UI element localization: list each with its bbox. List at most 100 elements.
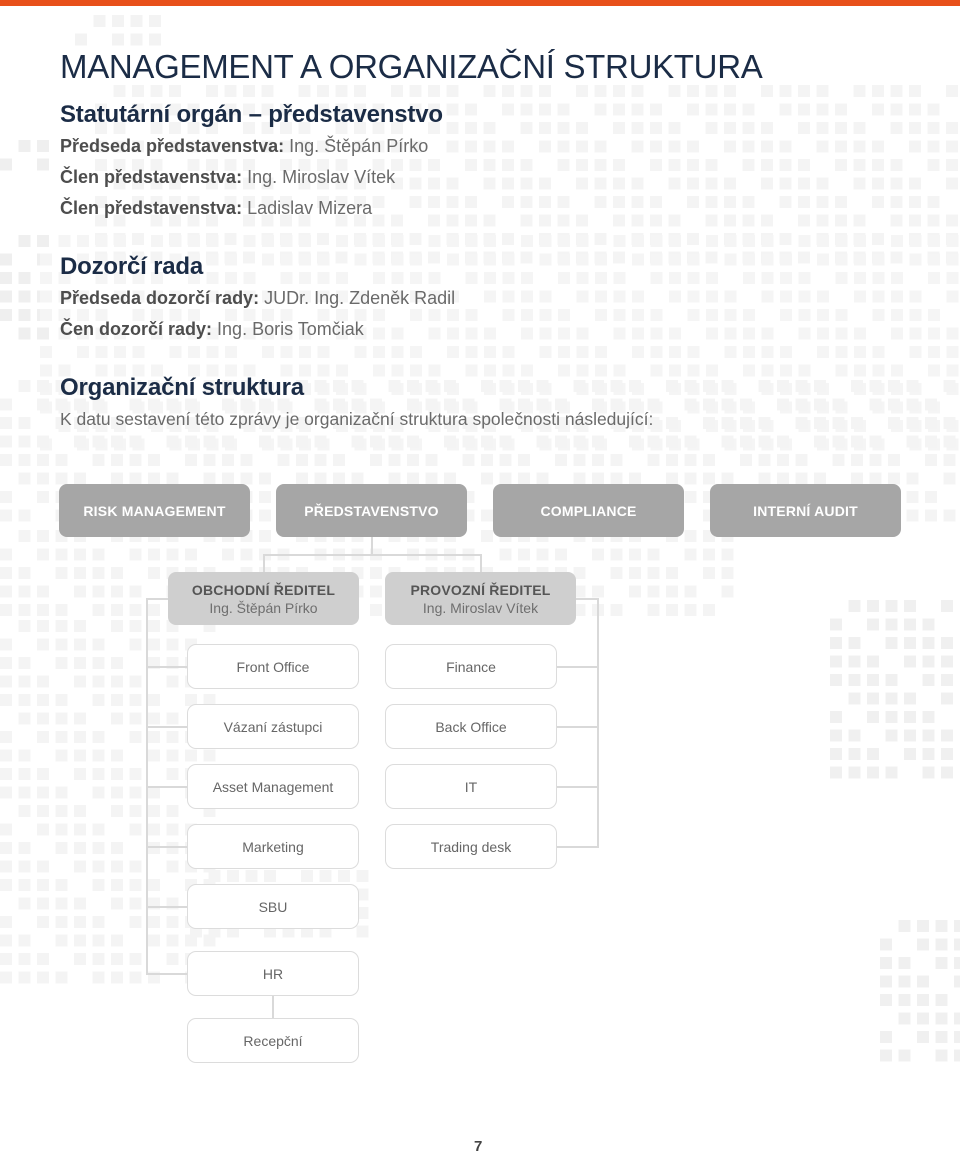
background-dot xyxy=(317,364,330,377)
background-dot xyxy=(185,749,197,762)
background-dot xyxy=(74,585,86,598)
background-dot xyxy=(687,346,700,358)
background-dot xyxy=(927,122,940,134)
background-dot xyxy=(114,235,126,247)
background-dot xyxy=(37,638,49,651)
background-dot xyxy=(743,253,755,266)
background-dot xyxy=(428,177,440,190)
connector-line xyxy=(146,666,187,668)
background-dot xyxy=(558,327,570,340)
background-dot xyxy=(851,380,863,392)
background-dot xyxy=(935,920,948,932)
background-dot xyxy=(58,235,71,247)
org-unit-board: PŘEDSTAVENSTVO xyxy=(276,484,467,537)
background-dot xyxy=(336,235,348,247)
background-dot xyxy=(684,380,697,392)
background-dot xyxy=(904,711,916,723)
member-name: Ing. Miroslav Vítek xyxy=(247,167,396,187)
background-dot xyxy=(18,380,31,392)
background-dot xyxy=(927,196,940,208)
department-box: Back Office xyxy=(385,704,557,749)
background-dot xyxy=(111,712,123,725)
background-dot xyxy=(854,346,866,358)
background-dot xyxy=(74,548,86,561)
background-dot xyxy=(111,675,123,688)
background-dot xyxy=(536,548,549,561)
background-dot xyxy=(92,657,105,669)
background-dot xyxy=(37,140,49,152)
background-dot xyxy=(817,346,829,358)
department-box: IT xyxy=(385,764,557,809)
background-dot xyxy=(336,272,348,284)
background-dot xyxy=(446,196,459,208)
background-dot xyxy=(592,585,604,598)
background-dot xyxy=(724,177,736,190)
background-dot xyxy=(872,253,885,266)
background-dot xyxy=(904,637,916,649)
page-title: MANAGEMENT A ORGANIZAČNÍ STRUKTURA xyxy=(60,48,763,85)
background-dot xyxy=(632,290,644,303)
background-dot xyxy=(848,674,861,686)
background-dot xyxy=(798,272,811,284)
background-dot xyxy=(129,675,142,688)
background-dot xyxy=(647,454,660,466)
background-dot xyxy=(277,435,290,448)
background-dot xyxy=(705,159,718,171)
background-dot xyxy=(407,380,419,392)
background-dot xyxy=(888,398,900,411)
background-dot xyxy=(409,85,422,97)
background-dot xyxy=(74,620,86,632)
background-dot xyxy=(185,548,197,561)
background-dot xyxy=(18,509,31,522)
background-dot xyxy=(647,548,660,561)
background-dot xyxy=(225,272,237,284)
background-dot xyxy=(909,253,922,266)
background-dot xyxy=(888,472,900,485)
background-dot xyxy=(706,327,718,340)
background-dot xyxy=(613,309,626,321)
background-dot xyxy=(647,585,660,598)
background-dot xyxy=(573,380,586,392)
background-dot xyxy=(925,454,937,466)
background-dot xyxy=(724,196,736,208)
background-dot xyxy=(917,938,929,951)
background-dot xyxy=(761,85,773,97)
background-dot xyxy=(779,85,792,97)
background-dot xyxy=(520,251,533,264)
background-dot xyxy=(629,472,641,485)
background-dot xyxy=(885,766,898,779)
background-dot xyxy=(880,938,892,951)
background-dot xyxy=(243,235,256,247)
background-dot xyxy=(832,398,845,411)
background-dot xyxy=(18,530,31,542)
background-dot xyxy=(37,158,49,171)
background-dot xyxy=(391,253,404,266)
background-dot xyxy=(465,214,477,227)
member-role: Předseda dozorčí rady: xyxy=(60,288,260,308)
background-dot xyxy=(55,805,68,817)
background-dot xyxy=(111,585,123,598)
background-dot xyxy=(95,235,108,247)
background-dot xyxy=(666,567,678,579)
background-dot xyxy=(129,879,142,891)
background-dot xyxy=(370,585,382,598)
background-dot xyxy=(795,398,808,411)
background-dot xyxy=(296,472,308,485)
background-dot xyxy=(502,85,514,97)
background-dot xyxy=(55,620,68,632)
background-dot xyxy=(592,435,604,448)
background-dot xyxy=(954,1012,960,1025)
background-dot xyxy=(946,327,959,340)
background-dot xyxy=(743,235,755,247)
background-dot xyxy=(650,253,663,266)
background-dot xyxy=(631,85,644,97)
background-dot xyxy=(129,860,142,873)
background-dot xyxy=(880,994,892,1006)
background-dot xyxy=(650,272,663,284)
background-dot xyxy=(518,472,530,485)
background-dot xyxy=(370,435,382,448)
background-dot xyxy=(502,272,515,284)
background-dot xyxy=(650,327,663,340)
background-dot xyxy=(906,380,919,392)
background-dot xyxy=(854,327,866,340)
